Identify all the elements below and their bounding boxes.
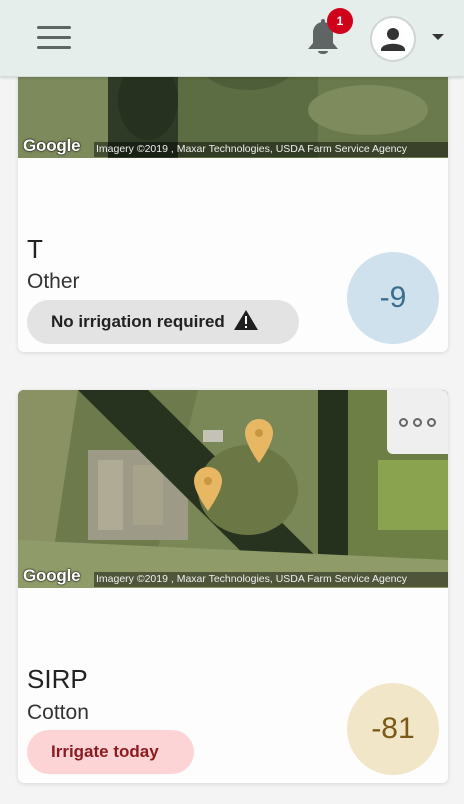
irrigation-status: Irrigate today bbox=[27, 730, 194, 774]
crop-type: Other bbox=[27, 270, 80, 293]
irrigation-score: -9 bbox=[347, 252, 439, 344]
map-attribution: Imagery ©2019 , Maxar Technologies, USDA… bbox=[94, 142, 448, 157]
menu-bar bbox=[37, 46, 71, 49]
field-card-sirp[interactable]: Google Imagery ©2019 , Maxar Technologie… bbox=[18, 390, 448, 783]
more-options-icon bbox=[399, 417, 408, 427]
hamburger-menu-icon[interactable] bbox=[37, 25, 71, 53]
irrigation-score: -81 bbox=[347, 683, 439, 775]
irrigation-status-label: No irrigation required bbox=[51, 312, 225, 331]
satellite-image bbox=[18, 390, 448, 588]
more-options-dot bbox=[413, 417, 422, 427]
notification-badge[interactable]: 1 bbox=[327, 8, 353, 34]
more-options-dot bbox=[427, 417, 436, 427]
field-map[interactable]: Google Imagery ©2019 , Maxar Technologie… bbox=[18, 390, 448, 588]
caret-down-icon[interactable] bbox=[432, 34, 444, 40]
google-logo: Google bbox=[23, 566, 81, 585]
crop-type: Cotton bbox=[27, 701, 89, 724]
menu-bar bbox=[37, 36, 71, 39]
field-name: SIRP bbox=[27, 664, 88, 694]
user-avatar-icon[interactable] bbox=[370, 16, 416, 62]
google-logo: Google bbox=[23, 136, 81, 155]
irrigation-status: No irrigation required bbox=[27, 300, 299, 344]
warning-triangle-icon bbox=[233, 309, 259, 336]
more-options-button[interactable] bbox=[387, 390, 448, 454]
irrigation-status-label: Irrigate today bbox=[51, 742, 159, 761]
map-pin-icon[interactable] bbox=[244, 418, 274, 464]
menu-bar bbox=[37, 26, 71, 29]
map-attribution: Imagery ©2019 , Maxar Technologies, USDA… bbox=[94, 572, 448, 587]
field-name: T bbox=[27, 234, 43, 264]
map-pin-icon[interactable] bbox=[193, 466, 223, 512]
top-app-bar: 1 bbox=[0, 0, 464, 77]
